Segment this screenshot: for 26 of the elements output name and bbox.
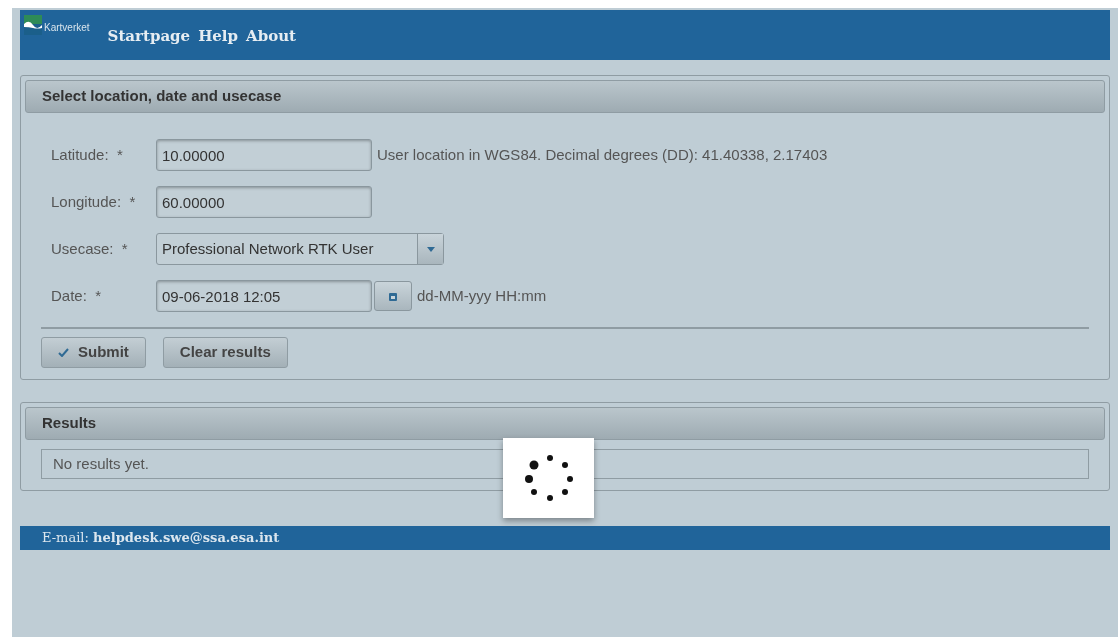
calendar-button[interactable] [374,281,412,311]
clear-button[interactable]: Clear results [162,337,288,368]
spinner-icon [523,453,574,503]
date-field[interactable]: 09-06-2018 12:05 [156,280,372,312]
field-hint: dd-MM-yyy HH:mm [417,285,547,306]
nav-link[interactable]: Startpage [107,24,191,48]
nav-link[interactable]: Help [198,24,239,48]
submit-button[interactable]: Submit [41,337,146,368]
caret-icon [426,246,435,252]
text-field[interactable]: 60.00000 [156,186,372,218]
field-label: Longitude: * [51,191,137,212]
usecase-dropdown[interactable]: Professional Network RTK User [156,233,444,265]
panel-title-bar: Results [25,407,1105,440]
footer-email-text: E-mail: helpdesk.swe@ssa.esa.int [42,529,280,548]
text-field[interactable]: 10.00000 [156,139,372,171]
field-label: Latitude: * [51,144,124,165]
results-message: No results yet. [41,449,1089,479]
field-label: Date: * [51,285,103,306]
check-icon [58,348,69,357]
calendar-icon [389,291,397,301]
nav-link[interactable]: About [246,24,296,48]
logo-icon [24,15,42,35]
panel-title-bar: Select location, date and usecase [25,80,1105,113]
field-label: Usecase: * [51,238,129,259]
logo-text: Kartverket [44,21,90,35]
field-hint: User location in WGS84. Decimal degrees (DD): 41.40338, 2.17403 [377,144,828,165]
